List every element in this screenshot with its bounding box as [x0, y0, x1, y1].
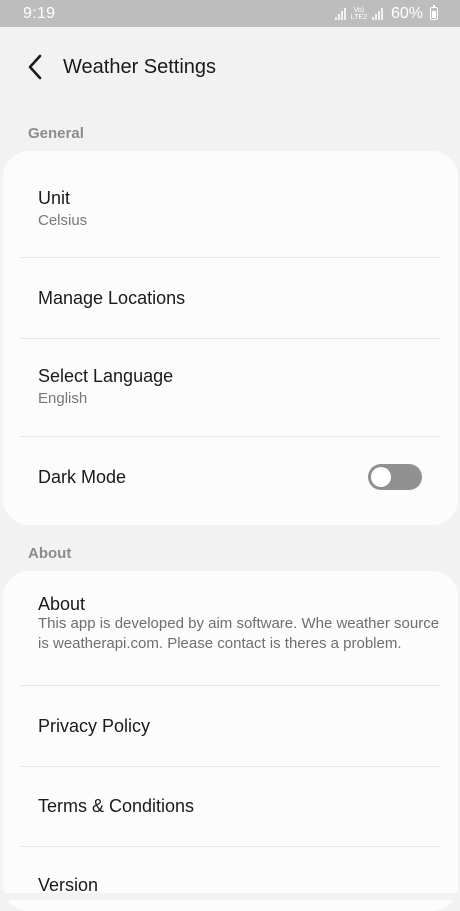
about-title: About	[38, 594, 86, 614]
dark-mode-toggle[interactable]	[368, 464, 422, 490]
page-title: Weather Settings	[63, 55, 217, 78]
network-type: Vo) LTE2	[351, 7, 367, 21]
battery-percent: 60%	[390, 4, 423, 22]
status-time: 9:19	[23, 4, 56, 22]
about-item[interactable]: About This app is developed by aim softw…	[38, 593, 440, 653]
toggle-knob	[371, 467, 391, 487]
section-header-about: About	[28, 545, 72, 562]
signal-icon	[334, 7, 346, 20]
about-description: This app is developed by aim software. W…	[38, 615, 440, 652]
about-card: About This app is developed by aim softw…	[3, 571, 458, 911]
status-icons: Vo) LTE2 60%	[334, 4, 438, 23]
battery-icon	[430, 5, 438, 20]
chevron-left-icon	[28, 54, 42, 80]
terms-title: Terms & Conditions	[38, 796, 195, 816]
network-type-bottom: LTE2	[350, 13, 367, 21]
general-card: Unit Celsius Manage Locations Select Lan…	[3, 151, 458, 525]
status-bar: 9:19 Vo) LTE2 60%	[0, 0, 460, 27]
divider	[20, 436, 440, 437]
network-type-top: Vo)	[353, 6, 365, 14]
unit-item[interactable]: Unit Celsius	[38, 187, 440, 230]
divider	[20, 846, 440, 847]
unit-title: Unit	[38, 188, 71, 208]
select-language-value: English	[38, 390, 88, 407]
terms-item[interactable]: Terms & Conditions	[38, 795, 440, 817]
manage-locations-item[interactable]: Manage Locations	[38, 287, 440, 309]
select-language-title: Select Language	[38, 366, 174, 386]
divider	[20, 766, 440, 767]
manage-locations-title: Manage Locations	[38, 288, 186, 308]
unit-value: Celsius	[38, 212, 88, 229]
signal-icon	[371, 7, 383, 20]
select-language-item[interactable]: Select Language English	[38, 365, 440, 408]
privacy-policy-item[interactable]: Privacy Policy	[38, 715, 440, 737]
privacy-policy-title: Privacy Policy	[38, 716, 151, 736]
divider	[20, 685, 440, 686]
app-bar: Weather Settings	[0, 27, 460, 107]
section-header-general: General	[28, 125, 84, 142]
divider	[20, 338, 440, 339]
bottom-edge	[0, 893, 460, 900]
divider	[20, 257, 440, 258]
back-button[interactable]	[20, 47, 50, 87]
